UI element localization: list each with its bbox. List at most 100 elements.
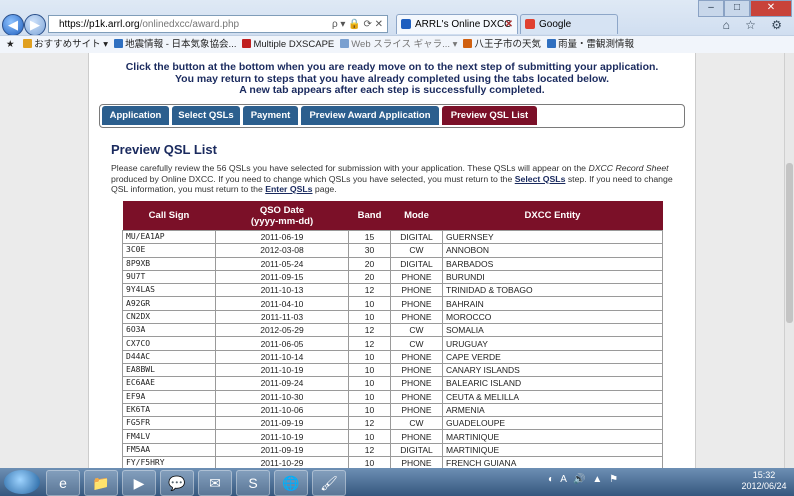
cell-dxcc-entity: ANNOBON [442, 243, 663, 258]
instructions: Click the button at the bottom when you … [89, 61, 695, 97]
cell-dxcc-entity: SOMALIA [442, 323, 663, 338]
cell-band: 10 [348, 402, 391, 418]
tab-preview-award-application[interactable]: Preview Award Application [301, 106, 439, 125]
cell-call-sign: EK6TA [122, 402, 216, 418]
cell-band: 30 [348, 243, 391, 258]
cell-band: 10 [348, 296, 391, 311]
media-player-icon[interactable]: ▶ [122, 470, 156, 496]
favorite-item[interactable]: Multiple DXSCAPE [242, 36, 334, 53]
address-bar[interactable]: https://p1k.arrl.org/onlinedxcc/award.ph… [48, 15, 388, 33]
cell-qso-date: 2011-09-19 [215, 416, 349, 431]
mail-icon[interactable]: ✉ [198, 470, 232, 496]
para-text: produced by Online DXCC. If you need to … [111, 173, 515, 184]
select-qsls-link[interactable]: Select QSLs [515, 174, 566, 184]
favorites-star-icon[interactable]: ★ [6, 36, 15, 53]
system-tray[interactable]: ◐ A 🔊 ▲ ⚑ [548, 474, 620, 485]
tab-label: ARRL's Online DXCC [415, 19, 512, 30]
favorite-label: 雨量・雷観測情報 [557, 39, 634, 50]
cell-mode: DIGITAL [390, 229, 443, 245]
tab-preview-qsl-list[interactable]: Preview QSL List [442, 106, 537, 125]
favorite-label: Web スライス ギャラ... ▾ [351, 39, 458, 50]
maximize-button[interactable]: □ [724, 0, 750, 17]
scrollbar-thumb[interactable] [786, 163, 793, 323]
favorite-label: Multiple DXSCAPE [253, 39, 335, 50]
start-button[interactable] [4, 470, 40, 494]
col-dxcc-entity: DXCC Entity [442, 201, 663, 231]
para-emphasis: DXCC Record Sheet [588, 163, 669, 173]
ie-icon[interactable]: e [46, 470, 80, 496]
address-bar-icons[interactable]: ρ ▾ 🔒 ⟳ ✕ [332, 16, 383, 34]
enter-qsls-link[interactable]: Enter QSLs [265, 184, 312, 194]
tab-google[interactable]: Google [520, 14, 618, 34]
tab-label: Google [539, 19, 572, 30]
cell-qso-date: 2011-06-05 [215, 336, 349, 351]
tab-application[interactable]: Application [102, 106, 169, 125]
cell-qso-date: 2011-06-19 [215, 229, 349, 245]
table-body: MU/EA1AP 2011-06-19 15 DIGITAL GUERNSEY 3C0E 2… [122, 229, 663, 468]
col-qso-date: QSO Date (yyyy-mm-dd) [215, 201, 349, 231]
tab-close-icon[interactable]: ✕ [505, 15, 513, 35]
cell-mode: PHONE [390, 429, 443, 444]
favorite-item[interactable]: おすすめサイト ▾ [23, 36, 108, 53]
col-band: Band [348, 201, 391, 231]
table-row: 9U7T 2011-09-15 20 PHONE BURUNDI [122, 269, 663, 285]
favorite-label: おすすめサイト ▾ [34, 39, 109, 50]
cell-call-sign: FM5AA [122, 442, 216, 458]
cell-qso-date: 2011-04-10 [215, 296, 349, 311]
cell-mode: CW [390, 416, 443, 431]
instruction-line: A new tab appears after each step is suc… [239, 84, 545, 96]
explorer-icon[interactable]: 📁 [84, 470, 118, 496]
tab-arrl-online-dxcc[interactable]: ARRL's Online DXCC ✕ [396, 14, 518, 34]
cell-qso-date: 2011-10-13 [215, 283, 349, 298]
cell-dxcc-entity: URUGUAY [442, 336, 663, 351]
table-row: FM5AA 2011-09-19 12 DIGITAL MARTINIQUE [122, 442, 663, 458]
cell-qso-date: 2011-10-29 [215, 456, 349, 468]
cell-qso-date: 2011-11-03 [215, 309, 349, 325]
table-row: EC6AAE 2011-09-24 10 PHONE BALEARIC ISLAND [122, 376, 663, 391]
cell-qso-date: 2011-10-14 [215, 349, 349, 364]
favorite-item[interactable]: 地震情報 - 日本気象協会... [114, 36, 236, 53]
tab-select-qsls[interactable]: Select QSLs [172, 106, 240, 125]
minimize-button[interactable]: – [698, 0, 724, 17]
cell-call-sign: EC6AAE [122, 376, 216, 391]
table-row: FM4LV 2011-10-19 10 PHONE MARTINIQUE [122, 429, 663, 444]
forward-button[interactable]: ▶ [24, 14, 46, 36]
cell-mode: CW [390, 323, 443, 338]
tab-favicon [525, 19, 535, 29]
tab-payment[interactable]: Payment [243, 106, 298, 125]
cell-qso-date: 2011-09-15 [215, 269, 349, 285]
table-row: 3C0E 2012-03-08 30 CW ANNOBON [122, 243, 663, 258]
address-path: /onlinedxcc/award.php [139, 19, 240, 30]
back-button[interactable]: ◀ [2, 14, 24, 36]
globe-icon[interactable]: 🌐 [274, 470, 308, 496]
cell-dxcc-entity: CAPE VERDE [442, 349, 663, 364]
table-row: 8P9XB 2011-05-24 20 DIGITAL BARBADOS [122, 256, 663, 271]
paint-icon[interactable]: 🖌 [312, 470, 346, 496]
page-content: Click the button at the bottom when you … [88, 53, 696, 468]
address-host: https://p1k.arrl.org [59, 19, 140, 30]
clock[interactable]: 15:32 2012/06/24 [738, 470, 790, 492]
clock-date: 2012/06/24 [741, 481, 787, 491]
favorite-item[interactable]: 八王子市の天気 [463, 36, 541, 53]
cell-dxcc-entity: MARTINIQUE [442, 429, 663, 444]
cell-band: 12 [348, 416, 391, 431]
table-header-row: Call Sign QSO Date (yyyy-mm-dd) Band Mod… [122, 201, 663, 231]
cell-mode: CW [390, 336, 443, 351]
skype-icon[interactable]: S [236, 470, 270, 496]
table-row: EF9A 2011-10-30 10 PHONE CEUTA & MELILLA [122, 389, 663, 404]
cell-band: 12 [348, 336, 391, 351]
favorite-item[interactable]: 雨量・雷観測情報 [546, 36, 634, 53]
close-window-button[interactable]: ✕ [750, 0, 792, 17]
cell-dxcc-entity: FRENCH GUIANA [442, 456, 663, 468]
cell-qso-date: 2011-05-24 [215, 256, 349, 271]
messenger-icon[interactable]: 💬 [160, 470, 194, 496]
table-row: A92GR 2011-04-10 10 PHONE BAHRAIN [122, 296, 663, 311]
favorite-item[interactable]: Web スライス ギャラ... ▾ [340, 36, 457, 53]
cell-band: 12 [348, 323, 391, 338]
cell-mode: PHONE [390, 309, 443, 325]
toolbar-icons[interactable]: ⌂ ☆ ⚙ [723, 18, 788, 32]
favorite-icon [23, 39, 33, 48]
cell-dxcc-entity: MOROCCO [442, 309, 663, 325]
vertical-scrollbar[interactable] [784, 53, 794, 468]
cell-mode: PHONE [390, 402, 443, 418]
